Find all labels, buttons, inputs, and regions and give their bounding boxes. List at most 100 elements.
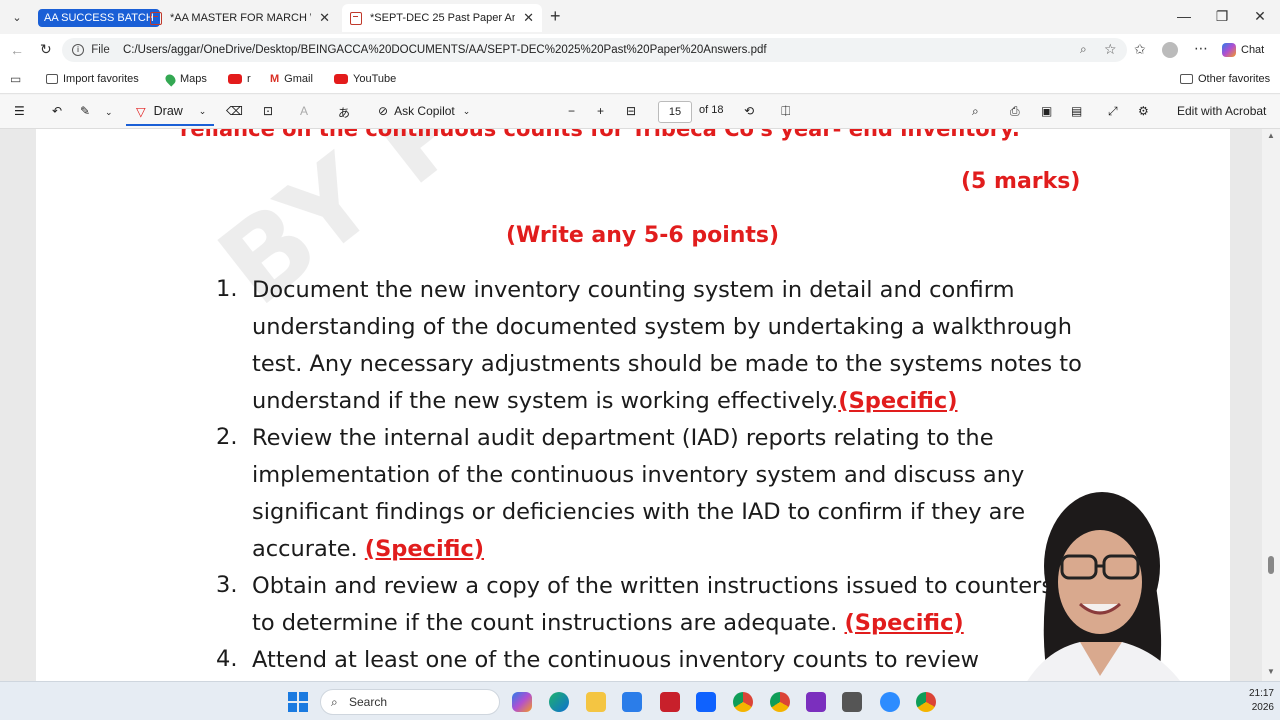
fav-youtube[interactable]: YouTube bbox=[334, 73, 396, 85]
chrome-app-icon[interactable] bbox=[916, 692, 936, 712]
address-row: ← ↻ i File C:/Users/aggar/OneDrive/Deskt… bbox=[0, 34, 1280, 66]
import-icon bbox=[46, 74, 58, 84]
pdf-file-icon bbox=[150, 11, 162, 25]
sidebar-toggle-icon[interactable]: ▭ bbox=[10, 72, 21, 86]
save-as-icon[interactable]: ▤ bbox=[1071, 104, 1082, 118]
dropbox-app-icon[interactable] bbox=[696, 692, 716, 712]
zoom-out-icon[interactable]: − bbox=[568, 104, 575, 118]
tab-strip: ⌄ AA SUCCESS BATCH *AA MASTER FOR MARCH … bbox=[0, 0, 1280, 34]
fav-maps[interactable]: Maps bbox=[163, 71, 207, 87]
copilot-app-icon[interactable] bbox=[512, 692, 532, 712]
fav-import-favorites[interactable]: Import favorites bbox=[46, 73, 139, 85]
point-line: significant findings or deficiencies wit… bbox=[252, 499, 1026, 525]
back-icon[interactable]: ← bbox=[10, 42, 24, 58]
fav-gmail[interactable]: M Gmail bbox=[270, 73, 313, 85]
point-line-with-tag: understand if the new system is working … bbox=[252, 383, 958, 420]
maps-pin-icon bbox=[163, 71, 178, 87]
tab-label: *AA MASTER FOR MARCH WEBIN/ bbox=[170, 12, 311, 24]
scroll-up-icon[interactable]: ▲ bbox=[1267, 131, 1275, 140]
close-tab-icon[interactable]: ✕ bbox=[523, 10, 534, 26]
taskbar-search[interactable]: ⌕ Search bbox=[320, 689, 500, 715]
point-number: 1. bbox=[216, 276, 238, 302]
url-text[interactable]: C:/Users/aggar/OneDrive/Desktop/BEINGACC… bbox=[123, 44, 767, 56]
point-line: accurate. bbox=[252, 536, 365, 562]
close-window-icon[interactable]: ✕ bbox=[1250, 8, 1270, 25]
fullscreen-icon[interactable]: ⤢ bbox=[1108, 104, 1118, 119]
favorite-star-icon[interactable]: ☆ bbox=[1104, 41, 1117, 58]
point-line: implementation of the continuous invento… bbox=[252, 462, 1025, 488]
close-tab-icon[interactable]: ✕ bbox=[319, 10, 330, 26]
fit-page-icon[interactable]: ⊟ bbox=[626, 104, 636, 118]
tab-actions-icon[interactable]: ⌄ bbox=[8, 9, 26, 27]
print-icon[interactable]: ⎙ bbox=[1010, 104, 1020, 119]
copilot-chat-button[interactable]: Chat bbox=[1222, 43, 1264, 57]
system-clock[interactable]: 21:17 2026 bbox=[1234, 687, 1274, 715]
draw-label: Draw bbox=[153, 104, 183, 118]
zoom-icon[interactable]: ⌕ bbox=[1080, 42, 1087, 57]
search-label: Search bbox=[349, 695, 388, 709]
fav-label: Other favorites bbox=[1198, 73, 1271, 85]
page-number-input[interactable]: 15 bbox=[658, 101, 692, 123]
point-number: 4. bbox=[216, 646, 238, 672]
file-explorer-icon[interactable] bbox=[586, 692, 606, 712]
chat-label: Chat bbox=[1241, 44, 1265, 56]
tab-label: *SEPT-DEC 25 Past Paper Answers bbox=[370, 12, 516, 24]
save-icon[interactable]: ▣ bbox=[1041, 104, 1052, 118]
refresh-icon[interactable]: ↻ bbox=[40, 41, 52, 58]
specific-tag: (Specific) bbox=[364, 536, 484, 562]
calculator-app-icon[interactable] bbox=[842, 692, 862, 712]
text-box-icon[interactable]: ⊡ bbox=[263, 104, 273, 118]
point-number: 2. bbox=[216, 424, 238, 450]
fav-other-favorites[interactable]: Other favorites bbox=[1180, 73, 1270, 85]
more-menu-icon[interactable]: ⋯ bbox=[1194, 40, 1208, 57]
read-aloud-icon[interactable]: あ bbox=[338, 104, 350, 121]
chrome-profile-icon[interactable] bbox=[770, 692, 790, 712]
contents-icon[interactable]: ☰ bbox=[14, 104, 25, 118]
onenote-app-icon[interactable] bbox=[806, 692, 826, 712]
ask-copilot-label: Ask Copilot bbox=[394, 104, 455, 118]
address-bar[interactable]: i File C:/Users/aggar/OneDrive/Desktop/B… bbox=[62, 38, 1127, 62]
point-line: Obtain and review a copy of the written … bbox=[252, 573, 1054, 599]
minimize-icon[interactable]: — bbox=[1174, 8, 1194, 24]
chrome-app-icon[interactable] bbox=[733, 692, 753, 712]
windows-start-icon[interactable] bbox=[288, 692, 308, 712]
youtube-icon bbox=[228, 74, 242, 84]
mcafee-app-icon[interactable] bbox=[660, 692, 680, 712]
profile-avatar[interactable] bbox=[1162, 42, 1178, 58]
new-tab-icon[interactable]: + bbox=[550, 6, 561, 27]
page-view-icon[interactable]: ⎅ bbox=[781, 104, 791, 119]
fav-r[interactable]: r bbox=[228, 73, 251, 85]
rotate-icon[interactable]: ⟲ bbox=[744, 104, 754, 118]
undo-icon[interactable]: ↶ bbox=[52, 104, 62, 118]
eraser-icon[interactable]: ⌫ bbox=[226, 104, 243, 118]
text-format-icon: A bbox=[300, 104, 309, 118]
settings-gear-icon[interactable]: ⚙ bbox=[1138, 104, 1149, 118]
edit-with-acrobat-button[interactable]: Edit with Acrobat bbox=[1177, 104, 1266, 118]
taskbar: ⌕ Search 21:17 2026 bbox=[0, 681, 1280, 720]
scheme-label: File bbox=[91, 44, 110, 56]
store-app-icon[interactable] bbox=[622, 692, 642, 712]
zoom-app-icon[interactable] bbox=[880, 692, 900, 712]
favorites-bar-icon[interactable]: ✩ bbox=[1134, 41, 1146, 58]
fav-label: YouTube bbox=[353, 73, 397, 85]
chevron-down-icon: ⌄ bbox=[198, 105, 207, 116]
tab-aa-master[interactable]: *AA MASTER FOR MARCH WEBIN/ ✕ bbox=[142, 4, 338, 32]
cut-heading: reliance on the continuous counts for Tr… bbox=[180, 129, 1020, 141]
point-line: Review the internal audit department (IA… bbox=[252, 425, 994, 451]
zoom-in-icon[interactable]: + bbox=[597, 104, 604, 118]
point-line-with-tag: accurate. (Specific) bbox=[252, 531, 484, 568]
point-number: 3. bbox=[216, 572, 238, 598]
draw-button[interactable]: ▽ Draw ⌄ bbox=[126, 98, 214, 126]
point-line: understand if the new system is working … bbox=[252, 388, 839, 414]
pdf-file-icon bbox=[350, 11, 362, 25]
highlight-icon[interactable]: ✎ bbox=[80, 104, 90, 118]
chevron-down-icon[interactable]: ⌄ bbox=[105, 107, 113, 118]
info-icon[interactable]: i bbox=[72, 43, 84, 56]
instruction-label: (Write any 5-6 points) bbox=[506, 223, 780, 248]
tab-sept-dec[interactable]: *SEPT-DEC 25 Past Paper Answers ✕ bbox=[342, 4, 542, 32]
search-icon[interactable]: ⌕ bbox=[972, 104, 979, 119]
edge-app-icon[interactable] bbox=[549, 692, 569, 712]
point-line: understanding of the documented system b… bbox=[252, 314, 1072, 340]
restore-icon[interactable]: ❐ bbox=[1212, 8, 1232, 25]
ask-copilot-button[interactable]: ⊘ Ask Copilot ⌄ bbox=[378, 104, 470, 118]
